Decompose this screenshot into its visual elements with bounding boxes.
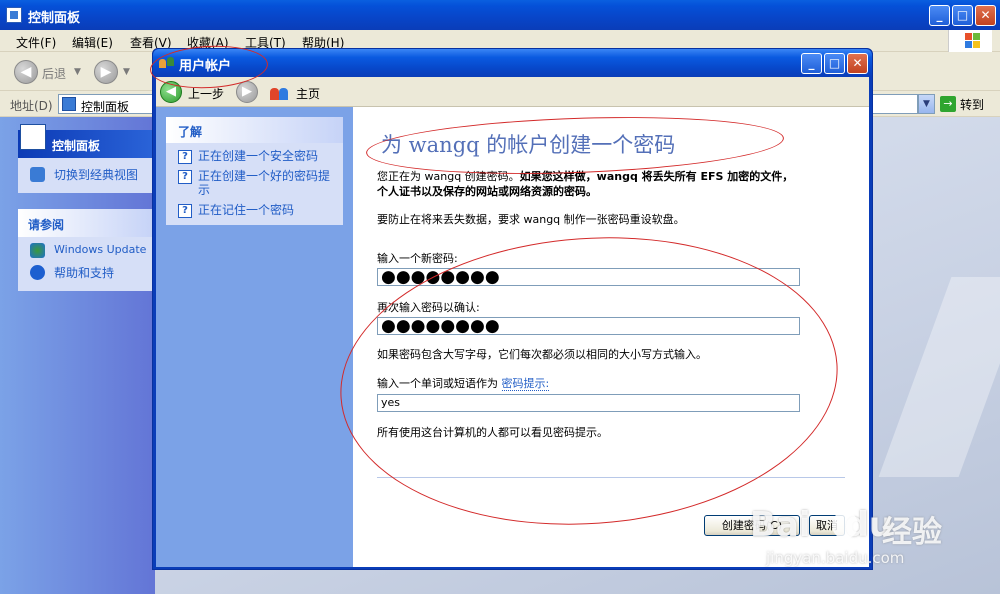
divider [377, 477, 845, 478]
dialog-toolbar: ◀ 上一步 ▶ 主页 [156, 77, 869, 107]
control-panel-section-title: 控制面板 [52, 139, 101, 153]
watermark-url: jingyan.baidu.com [766, 549, 905, 567]
control-panel-icon [6, 7, 22, 23]
dialog-minimize-button[interactable]: _ [801, 53, 822, 74]
hint-visibility-note: 所有使用这台计算机的人都可以看见密码提示。 [377, 426, 608, 439]
control-panel-large-icon [20, 124, 46, 150]
password-hint-value: yes [381, 396, 401, 409]
hint-label-prefix: 输入一个单词或短语作为 [377, 377, 498, 390]
learn-link-label: 正在创建一个好的密码提示 [198, 169, 331, 197]
see-also-section: 请参阅 Windows Update 帮助和支持 [18, 209, 153, 291]
learn-link-label: 正在记住一个密码 [198, 203, 295, 217]
forward-dropdown-icon[interactable]: ▼ [123, 67, 130, 77]
outer-title-bar[interactable]: 控制面板 _ □ ✕ [0, 0, 1000, 30]
reset-disk-note: 要防止在将来丢失数据，要求 wangq 制作一张密码重设软盘。 [377, 213, 685, 226]
warning-prefix: 您正在为 wangq 创建密码。 [377, 170, 520, 183]
forward-arrow-icon[interactable]: ▶ [94, 60, 118, 84]
baidu-jingyan-watermark: Bai du 经验 jingyan.baidu.com [750, 505, 960, 575]
efs-warning-text: 您正在为 wangq 创建密码。如果您这样做，wangq 将丢失所有 EFS 加… [377, 169, 797, 199]
watermark-logo: Bai du [750, 505, 894, 545]
outer-window-title: 控制面板 [28, 11, 81, 26]
forward-arrow-icon[interactable]: ▶ [236, 81, 258, 103]
minimize-button[interactable]: _ [929, 5, 950, 26]
windows-update-label: Windows Update [54, 243, 147, 256]
learn-link-label: 正在创建一个安全密码 [198, 149, 319, 163]
back-dropdown-icon[interactable]: ▼ [74, 67, 81, 77]
dialog-title: 用户帐户 [179, 59, 232, 74]
outer-task-pane: 控制面板 切换到经典视图 请参阅 Windows Update 帮助和支持 [0, 117, 155, 594]
watermark-cn: 经验 [882, 515, 942, 550]
create-password-panel: 为 wangq 的帐户创建一个密码 您正在为 wangq 创建密码。如果您这样做… [353, 107, 869, 567]
help-question-icon: ? [178, 204, 192, 218]
dialog-body: ◀ 上一步 ▶ 主页 了解 ? 正在创建一个安全密码 ? 正在创建一个好的密码提… [156, 77, 869, 567]
new-password-label: 输入一个新密码: [377, 252, 458, 265]
learn-link-remember-password[interactable]: ? 正在记住一个密码 [166, 200, 343, 225]
learn-link-secure-password[interactable]: ? 正在创建一个安全密码 [166, 143, 343, 166]
go-label: 转到 [960, 98, 985, 112]
maximize-button[interactable]: □ [952, 5, 973, 26]
case-sensitive-note: 如果密码包含大写字母，它们每次都必须以相同的大小写方式输入。 [377, 348, 707, 361]
help-support-label: 帮助和支持 [54, 266, 115, 280]
control-panel-section: 控制面板 切换到经典视图 [18, 124, 153, 193]
help-question-icon: ? [178, 150, 192, 164]
back-arrow-icon[interactable]: ◀ [14, 60, 38, 84]
help-icon [30, 265, 45, 280]
dialog-close-button[interactable]: ✕ [847, 53, 868, 74]
go-button[interactable]: → 转到 [940, 95, 995, 113]
windows-update-icon [30, 243, 45, 258]
windows-update-link[interactable]: Windows Update [18, 237, 153, 260]
page-title: 为 wangq 的帐户创建一个密码 [381, 133, 676, 157]
classic-view-icon [30, 167, 45, 182]
back-label[interactable]: 后退 [42, 65, 66, 82]
switch-classic-view-link[interactable]: 切换到经典视图 [18, 158, 153, 193]
dialog-maximize-button[interactable]: □ [824, 53, 845, 74]
switch-classic-view-label: 切换到经典视图 [54, 168, 139, 182]
confirm-password-input[interactable]: ●●●●●●●● [377, 316, 800, 336]
confirm-password-value: ●●●●●●●● [381, 316, 500, 336]
learn-about-section: 了解 ? 正在创建一个安全密码 ? 正在创建一个好的密码提示 ? 正在记住一个密… [166, 117, 343, 225]
control-panel-small-icon [62, 97, 76, 111]
confirm-password-label: 再次输入密码以确认: [377, 301, 480, 314]
help-question-icon: ? [178, 170, 192, 184]
dialog-title-bar[interactable]: 用户帐户 _ □ ✕ [153, 49, 872, 77]
windows-logo-icon [948, 30, 992, 52]
address-label: 地址(D) [10, 99, 53, 113]
new-password-input[interactable]: ●●●●●●●● [377, 267, 800, 287]
user-accounts-window: 用户帐户 _ □ ✕ ◀ 上一步 ▶ 主页 了解 ? 正在创建一个安全密码 ? … [152, 48, 873, 570]
learn-about-header[interactable]: 了解 [166, 117, 343, 143]
help-support-link[interactable]: 帮助和支持 [18, 260, 153, 285]
back-arrow-icon[interactable]: ◀ [160, 81, 182, 103]
address-value: 控制面板 [81, 100, 130, 114]
home-icon[interactable] [270, 83, 290, 101]
learn-link-password-hint[interactable]: ? 正在创建一个好的密码提示 [166, 166, 343, 200]
see-also-header[interactable]: 请参阅 [18, 209, 153, 237]
password-hint-label: 输入一个单词或短语作为 密码提示: [377, 375, 550, 391]
menu-file[interactable]: 文件(F) [16, 34, 56, 51]
address-dropdown-icon[interactable]: ▼ [918, 94, 935, 114]
menu-edit[interactable]: 编辑(E) [72, 34, 113, 51]
baidu-paw-icon [832, 511, 858, 539]
home-label[interactable]: 主页 [296, 85, 320, 102]
new-password-value: ●●●●●●●● [381, 267, 500, 287]
dialog-back-label[interactable]: 上一步 [188, 85, 224, 102]
password-hint-link[interactable]: 密码提示: [501, 377, 550, 391]
dialog-side-pane: 了解 ? 正在创建一个安全密码 ? 正在创建一个好的密码提示 ? 正在记住一个密… [156, 107, 353, 567]
close-button[interactable]: ✕ [975, 5, 996, 26]
password-hint-input[interactable]: yes [377, 394, 800, 412]
go-arrow-icon: → [940, 96, 956, 112]
user-accounts-icon [159, 55, 175, 71]
control-panel-section-header[interactable]: 控制面板 [18, 124, 153, 158]
